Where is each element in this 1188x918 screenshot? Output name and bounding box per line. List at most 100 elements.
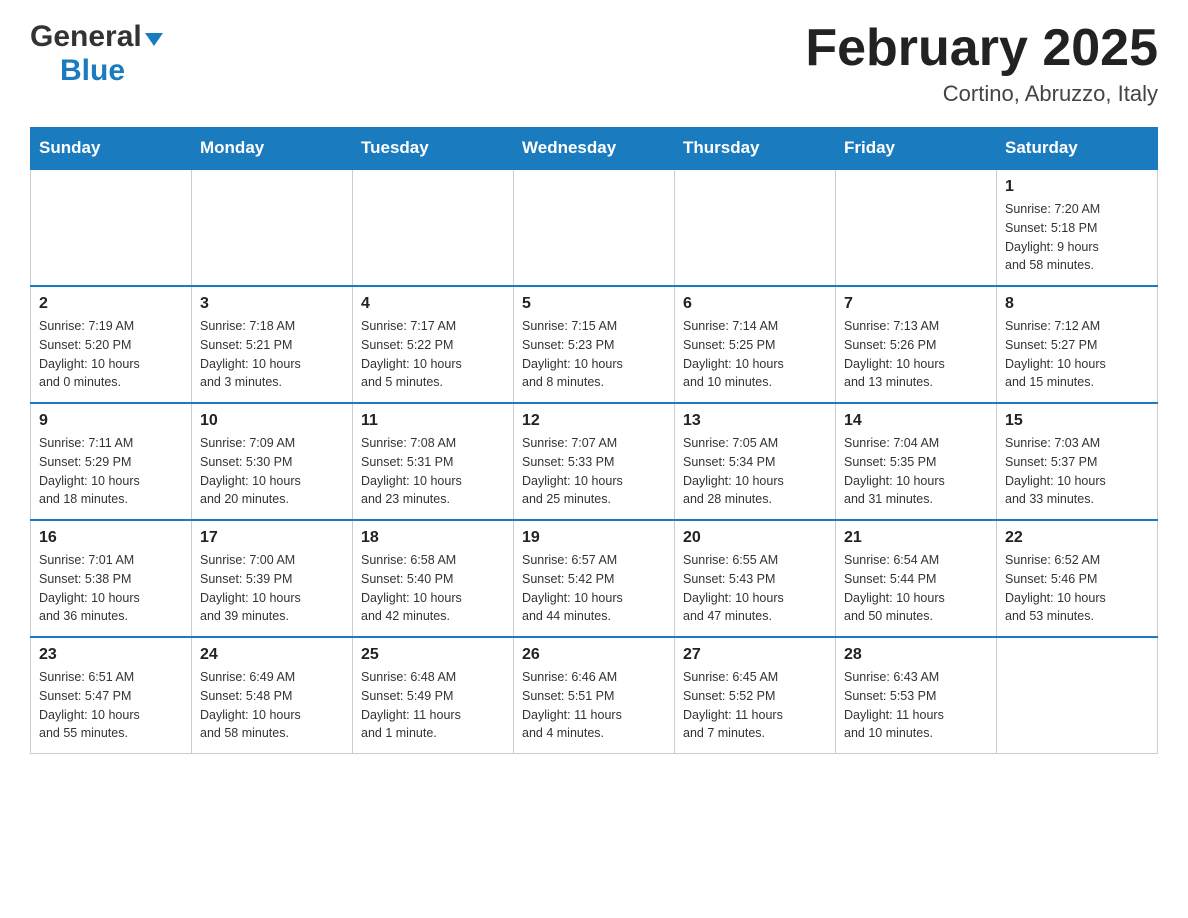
calendar-cell: 7 Sunrise: 7:13 AM Sunset: 5:26 PM Daylig… (836, 286, 997, 403)
day-info: Sunrise: 7:14 AM Sunset: 5:25 PM Dayligh… (683, 317, 827, 392)
day-info: Sunrise: 7:09 AM Sunset: 5:30 PM Dayligh… (200, 434, 344, 509)
day-number: 10 (200, 412, 344, 430)
day-info: Sunrise: 7:08 AM Sunset: 5:31 PM Dayligh… (361, 434, 505, 509)
calendar-cell: 18 Sunrise: 6:58 AM Sunset: 5:40 PM Dayli… (353, 520, 514, 637)
day-number: 18 (361, 529, 505, 547)
day-number: 16 (39, 529, 183, 547)
calendar-cell: 6 Sunrise: 7:14 AM Sunset: 5:25 PM Daylig… (675, 286, 836, 403)
day-number: 7 (844, 295, 988, 313)
calendar-cell: 22 Sunrise: 6:52 AM Sunset: 5:46 PM Dayli… (997, 520, 1158, 637)
day-info: Sunrise: 7:15 AM Sunset: 5:23 PM Dayligh… (522, 317, 666, 392)
calendar-cell: 17 Sunrise: 7:00 AM Sunset: 5:39 PM Dayli… (192, 520, 353, 637)
day-info: Sunrise: 6:58 AM Sunset: 5:40 PM Dayligh… (361, 551, 505, 626)
calendar-cell (353, 169, 514, 286)
day-number: 20 (683, 529, 827, 547)
day-of-week-header: Sunday (31, 128, 192, 170)
day-info: Sunrise: 6:55 AM Sunset: 5:43 PM Dayligh… (683, 551, 827, 626)
day-info: Sunrise: 6:57 AM Sunset: 5:42 PM Dayligh… (522, 551, 666, 626)
calendar-week-row: 16 Sunrise: 7:01 AM Sunset: 5:38 PM Dayli… (31, 520, 1158, 637)
day-info: Sunrise: 6:48 AM Sunset: 5:49 PM Dayligh… (361, 668, 505, 743)
day-number: 4 (361, 295, 505, 313)
day-info: Sunrise: 6:46 AM Sunset: 5:51 PM Dayligh… (522, 668, 666, 743)
day-of-week-header: Thursday (675, 128, 836, 170)
calendar-cell: 10 Sunrise: 7:09 AM Sunset: 5:30 PM Dayli… (192, 403, 353, 520)
day-info: Sunrise: 7:12 AM Sunset: 5:27 PM Dayligh… (1005, 317, 1149, 392)
day-number: 15 (1005, 412, 1149, 430)
day-info: Sunrise: 7:05 AM Sunset: 5:34 PM Dayligh… (683, 434, 827, 509)
day-number: 23 (39, 646, 183, 664)
day-number: 27 (683, 646, 827, 664)
logo-general-text: General (30, 20, 142, 54)
calendar-week-row: 1 Sunrise: 7:20 AM Sunset: 5:18 PM Daylig… (31, 169, 1158, 286)
calendar-cell: 28 Sunrise: 6:43 AM Sunset: 5:53 PM Dayli… (836, 637, 997, 754)
calendar-header-row: SundayMondayTuesdayWednesdayThursdayFrid… (31, 128, 1158, 170)
day-info: Sunrise: 6:43 AM Sunset: 5:53 PM Dayligh… (844, 668, 988, 743)
day-info: Sunrise: 7:07 AM Sunset: 5:33 PM Dayligh… (522, 434, 666, 509)
calendar-cell: 20 Sunrise: 6:55 AM Sunset: 5:43 PM Dayli… (675, 520, 836, 637)
calendar-cell: 27 Sunrise: 6:45 AM Sunset: 5:52 PM Dayli… (675, 637, 836, 754)
day-info: Sunrise: 6:49 AM Sunset: 5:48 PM Dayligh… (200, 668, 344, 743)
calendar-cell: 14Sunrise: 7:04 AM Sunset: 5:35 PM Dayli… (836, 403, 997, 520)
day-info: Sunrise: 7:01 AM Sunset: 5:38 PM Dayligh… (39, 551, 183, 626)
day-number: 5 (522, 295, 666, 313)
day-info: Sunrise: 6:45 AM Sunset: 5:52 PM Dayligh… (683, 668, 827, 743)
calendar-cell: 9Sunrise: 7:11 AM Sunset: 5:29 PM Daylig… (31, 403, 192, 520)
day-info: Sunrise: 7:19 AM Sunset: 5:20 PM Dayligh… (39, 317, 183, 392)
day-info: Sunrise: 7:13 AM Sunset: 5:26 PM Dayligh… (844, 317, 988, 392)
calendar-title: February 2025 (805, 20, 1158, 77)
calendar-cell: 23 Sunrise: 6:51 AM Sunset: 5:47 PM Dayli… (31, 637, 192, 754)
day-info: Sunrise: 7:11 AM Sunset: 5:29 PM Dayligh… (39, 434, 183, 509)
day-info: Sunrise: 6:52 AM Sunset: 5:46 PM Dayligh… (1005, 551, 1149, 626)
calendar-cell: 13Sunrise: 7:05 AM Sunset: 5:34 PM Dayli… (675, 403, 836, 520)
day-number: 17 (200, 529, 344, 547)
day-of-week-header: Saturday (997, 128, 1158, 170)
day-info: Sunrise: 7:18 AM Sunset: 5:21 PM Dayligh… (200, 317, 344, 392)
calendar-cell: 19Sunrise: 6:57 AM Sunset: 5:42 PM Dayli… (514, 520, 675, 637)
day-number: 6 (683, 295, 827, 313)
day-info: Sunrise: 7:00 AM Sunset: 5:39 PM Dayligh… (200, 551, 344, 626)
calendar-cell: 26 Sunrise: 6:46 AM Sunset: 5:51 PM Dayli… (514, 637, 675, 754)
page-header: General Blue February 2025 Cortino, Abru… (30, 20, 1158, 107)
calendar-cell (192, 169, 353, 286)
day-number: 28 (844, 646, 988, 664)
calendar-cell: 3 Sunrise: 7:18 AM Sunset: 5:21 PM Daylig… (192, 286, 353, 403)
calendar-cell (675, 169, 836, 286)
calendar-cell: 5 Sunrise: 7:15 AM Sunset: 5:23 PM Daylig… (514, 286, 675, 403)
day-number: 22 (1005, 529, 1149, 547)
day-number: 1 (1005, 178, 1149, 196)
day-number: 24 (200, 646, 344, 664)
day-info: Sunrise: 7:04 AM Sunset: 5:35 PM Dayligh… (844, 434, 988, 509)
logo-triangle-icon (145, 33, 163, 46)
calendar-cell: 16 Sunrise: 7:01 AM Sunset: 5:38 PM Dayli… (31, 520, 192, 637)
calendar-cell (836, 169, 997, 286)
day-number: 21 (844, 529, 988, 547)
calendar-week-row: 9Sunrise: 7:11 AM Sunset: 5:29 PM Daylig… (31, 403, 1158, 520)
calendar-cell: 15 Sunrise: 7:03 AM Sunset: 5:37 PM Dayli… (997, 403, 1158, 520)
calendar-cell: 24 Sunrise: 6:49 AM Sunset: 5:48 PM Dayli… (192, 637, 353, 754)
calendar-cell (514, 169, 675, 286)
day-number: 2 (39, 295, 183, 313)
day-info: Sunrise: 7:03 AM Sunset: 5:37 PM Dayligh… (1005, 434, 1149, 509)
day-info: Sunrise: 7:20 AM Sunset: 5:18 PM Dayligh… (1005, 200, 1149, 275)
calendar-cell: 11Sunrise: 7:08 AM Sunset: 5:31 PM Dayli… (353, 403, 514, 520)
calendar-cell: 2 Sunrise: 7:19 AM Sunset: 5:20 PM Daylig… (31, 286, 192, 403)
day-number: 3 (200, 295, 344, 313)
day-number: 12 (522, 412, 666, 430)
calendar-week-row: 23 Sunrise: 6:51 AM Sunset: 5:47 PM Dayli… (31, 637, 1158, 754)
calendar-week-row: 2 Sunrise: 7:19 AM Sunset: 5:20 PM Daylig… (31, 286, 1158, 403)
calendar-subtitle: Cortino, Abruzzo, Italy (805, 81, 1158, 107)
calendar-cell (31, 169, 192, 286)
day-number: 25 (361, 646, 505, 664)
day-info: Sunrise: 6:51 AM Sunset: 5:47 PM Dayligh… (39, 668, 183, 743)
logo-blue-text: Blue (60, 54, 125, 87)
calendar-cell: 4Sunrise: 7:17 AM Sunset: 5:22 PM Daylig… (353, 286, 514, 403)
day-of-week-header: Tuesday (353, 128, 514, 170)
day-number: 26 (522, 646, 666, 664)
calendar-cell: 8Sunrise: 7:12 AM Sunset: 5:27 PM Daylig… (997, 286, 1158, 403)
calendar-cell: 21 Sunrise: 6:54 AM Sunset: 5:44 PM Dayli… (836, 520, 997, 637)
logo: General Blue (30, 20, 163, 88)
day-of-week-header: Wednesday (514, 128, 675, 170)
title-section: February 2025 Cortino, Abruzzo, Italy (805, 20, 1158, 107)
day-of-week-header: Friday (836, 128, 997, 170)
day-info: Sunrise: 6:54 AM Sunset: 5:44 PM Dayligh… (844, 551, 988, 626)
